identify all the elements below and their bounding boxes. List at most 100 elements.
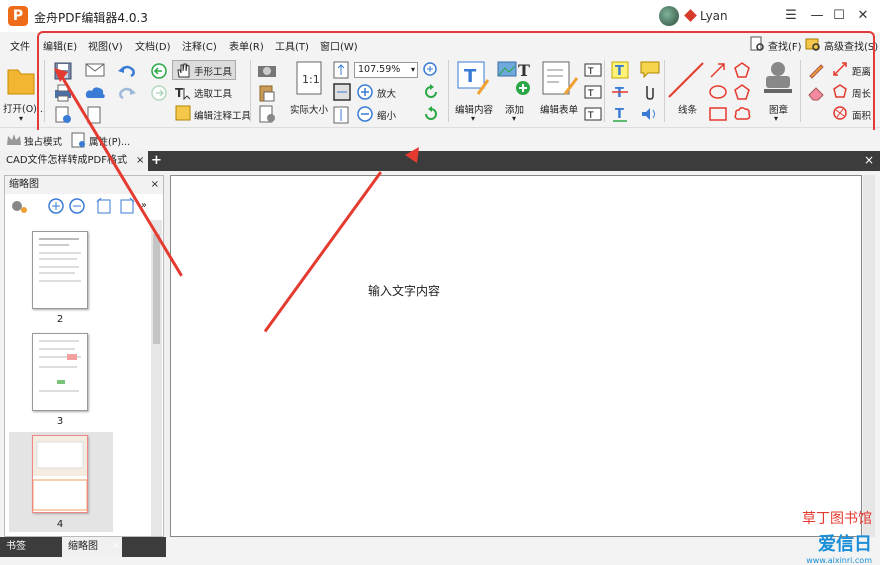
close-all-tabs-icon[interactable]: × bbox=[864, 153, 874, 167]
thumbnails-tab-close-icon[interactable]: × bbox=[112, 540, 120, 551]
pencil-icon[interactable] bbox=[807, 61, 825, 79]
add-content-icon[interactable]: T bbox=[497, 60, 535, 98]
text-area-icon[interactable]: T bbox=[584, 106, 602, 122]
sound-icon[interactable] bbox=[640, 105, 660, 123]
maximize-button[interactable]: ☐ bbox=[829, 6, 849, 26]
hand-tool-label: 手形工具 bbox=[194, 67, 233, 78]
minimize-button[interactable]: — bbox=[807, 6, 827, 26]
line-tool-icon[interactable] bbox=[666, 60, 706, 100]
underline-text-icon[interactable]: T bbox=[611, 105, 629, 123]
magnify-icon[interactable] bbox=[422, 61, 440, 79]
thumbnail-scrollbar[interactable] bbox=[151, 220, 162, 536]
sticky-note-icon[interactable] bbox=[640, 61, 660, 79]
exclusive-mode-button[interactable]: 独占模式 bbox=[24, 134, 62, 148]
open-dropdown-icon[interactable]: ▾ bbox=[19, 114, 23, 123]
find-button[interactable]: 查找(F) bbox=[768, 38, 802, 53]
thumbnail-zoom-out-icon[interactable] bbox=[68, 197, 86, 215]
viewer-scrollbar[interactable] bbox=[863, 175, 875, 537]
page-settings-icon[interactable] bbox=[257, 105, 277, 123]
distance-icon bbox=[833, 62, 847, 76]
clipboard-icon[interactable] bbox=[257, 84, 277, 102]
thumbnail-panel-header: 缩略图 × bbox=[5, 176, 163, 194]
user-avatar[interactable] bbox=[659, 6, 679, 26]
open-button[interactable]: 打开(O)... bbox=[3, 101, 46, 115]
zoom-out-button[interactable]: 缩小 bbox=[377, 108, 396, 122]
page-thumbnail-selected[interactable] bbox=[32, 435, 88, 513]
zoom-combobox[interactable]: 107.59% ▾ bbox=[354, 62, 418, 78]
page-thumbnail[interactable] bbox=[32, 231, 88, 309]
menu-document[interactable]: 文档(D) bbox=[135, 38, 171, 53]
email-icon[interactable] bbox=[85, 62, 107, 78]
forward-icon[interactable] bbox=[150, 84, 168, 102]
fit-width-icon[interactable] bbox=[333, 83, 351, 101]
rotate-left-icon[interactable] bbox=[422, 83, 440, 101]
select-tool-button[interactable]: 选取工具 bbox=[194, 86, 232, 100]
document-tab[interactable]: CAD文件怎样转成PDF格式 × bbox=[0, 151, 148, 171]
add-dropdown-icon[interactable]: ▾ bbox=[512, 114, 516, 123]
area-button[interactable]: 面积 bbox=[852, 108, 871, 122]
actual-size-icon[interactable]: 1:1 bbox=[295, 61, 323, 95]
username[interactable]: Lyan bbox=[700, 9, 728, 23]
text-box-icon[interactable]: T bbox=[584, 84, 602, 100]
snapshot-icon[interactable] bbox=[257, 62, 277, 78]
document-settings-icon[interactable] bbox=[53, 105, 73, 125]
undo-icon[interactable] bbox=[117, 62, 137, 78]
fit-page-icon[interactable] bbox=[333, 61, 349, 79]
highlight-text-icon[interactable]: T bbox=[611, 61, 629, 79]
back-icon[interactable] bbox=[150, 62, 168, 80]
stamp-icon[interactable] bbox=[762, 59, 794, 99]
polygon-shape-icon[interactable] bbox=[733, 61, 751, 79]
stamp-button[interactable]: 图章 bbox=[769, 102, 788, 116]
menu-form[interactable]: 表单(R) bbox=[229, 38, 264, 53]
page-thumbnail[interactable] bbox=[32, 333, 88, 411]
edit-form-icon[interactable] bbox=[541, 60, 579, 98]
rotate-right-icon[interactable] bbox=[422, 105, 440, 123]
pentagon-shape-icon[interactable] bbox=[733, 83, 751, 101]
thumbnail-scrollbar-thumb[interactable] bbox=[153, 234, 160, 344]
advanced-find-button[interactable]: 高级查找(S) bbox=[824, 38, 878, 53]
bookmarks-tab[interactable]: 书签 bbox=[0, 537, 60, 557]
toolbar-separator bbox=[604, 60, 605, 122]
new-tab-icon[interactable]: + bbox=[151, 153, 162, 168]
close-button[interactable]: ✕ bbox=[853, 6, 873, 26]
ellipse-shape-icon[interactable] bbox=[709, 83, 727, 101]
actual-size-button[interactable]: 实际大小 bbox=[290, 102, 328, 116]
document-text[interactable]: 输入文字内容 bbox=[368, 282, 440, 299]
menu-edit[interactable]: 编辑(E) bbox=[43, 38, 77, 53]
watermark-url: www.aixinri.com bbox=[806, 556, 872, 565]
edit-content-dropdown-icon[interactable]: ▾ bbox=[471, 114, 475, 123]
svg-text:T: T bbox=[464, 66, 477, 87]
cloud-icon[interactable] bbox=[85, 84, 107, 100]
menu-icon[interactable]: ☰ bbox=[781, 6, 801, 26]
thumbnail-zoom-in-icon[interactable] bbox=[47, 197, 65, 215]
rectangle-shape-icon[interactable] bbox=[709, 105, 727, 123]
menu-tools[interactable]: 工具(T) bbox=[275, 38, 309, 53]
text-field-icon[interactable]: T bbox=[584, 62, 602, 78]
arrow-shape-icon[interactable] bbox=[709, 61, 727, 79]
perimeter-button[interactable]: 周长 bbox=[852, 86, 871, 100]
attach-file-icon[interactable] bbox=[640, 83, 660, 101]
redo-icon[interactable] bbox=[117, 84, 137, 100]
zoom-in-button[interactable]: 放大 bbox=[377, 86, 396, 100]
cloud-shape-icon[interactable] bbox=[733, 105, 751, 123]
document-viewer[interactable]: 输入文字内容 bbox=[170, 175, 862, 537]
strikeout-text-icon[interactable]: T bbox=[611, 83, 629, 101]
page-preview bbox=[32, 436, 88, 511]
edit-form-button[interactable]: 编辑表单 bbox=[540, 102, 578, 116]
eraser-icon[interactable] bbox=[807, 83, 825, 101]
menu-view[interactable]: 视图(V) bbox=[88, 38, 123, 53]
thumbnail-options-icon[interactable] bbox=[9, 197, 31, 215]
line-button[interactable]: 线条 bbox=[678, 102, 697, 116]
edit-content-icon[interactable]: T bbox=[456, 60, 490, 96]
stamp-dropdown-icon[interactable]: ▾ bbox=[774, 114, 778, 123]
fit-visible-icon[interactable] bbox=[333, 106, 349, 124]
menu-window[interactable]: 窗口(W) bbox=[320, 38, 358, 53]
menu-file[interactable]: 文件 bbox=[10, 38, 30, 53]
distance-button[interactable]: 距离 bbox=[852, 64, 871, 78]
document-tab-close-icon[interactable]: × bbox=[136, 151, 144, 171]
edit-annotation-tool-button[interactable]: 编辑注释工具 bbox=[194, 108, 251, 122]
open-folder-icon[interactable] bbox=[6, 62, 36, 96]
menu-comment[interactable]: 注释(C) bbox=[182, 38, 217, 53]
thumbnail-panel-close-icon[interactable]: × bbox=[151, 176, 159, 194]
thumbnail-rotate-left-icon[interactable] bbox=[95, 197, 113, 215]
